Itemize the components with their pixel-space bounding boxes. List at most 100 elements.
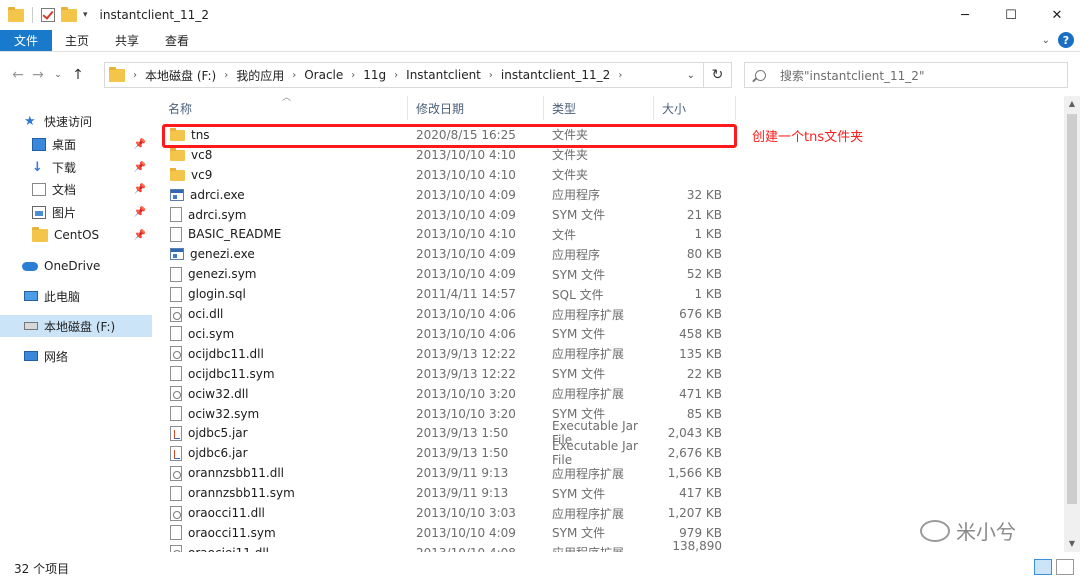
properties-icon[interactable] xyxy=(41,8,55,22)
file-name-cell: genezi.sym xyxy=(160,266,408,282)
table-row[interactable]: ocijdbc11.sym 2013/9/13 12:22 SYM 文件 22 KB xyxy=(160,364,736,384)
file-size: 2,043 KB xyxy=(667,426,722,441)
column-type[interactable]: 类型 xyxy=(544,96,654,120)
table-row[interactable]: oci.dll 2013/10/10 4:06 应用程序扩展 676 KB xyxy=(160,304,736,324)
file-name: oci.dll xyxy=(188,307,224,322)
minimize-button[interactable]: ─ xyxy=(942,0,988,30)
file-icon xyxy=(170,366,182,382)
breadcrumb-chevron-icon[interactable]: › xyxy=(394,70,398,81)
dll-icon xyxy=(170,306,182,322)
sidebar-item-documents[interactable]: 文档 📌 xyxy=(0,178,152,200)
forward-arrow-icon[interactable]: → xyxy=(28,67,48,83)
address-dropdown-icon[interactable]: ⌄ xyxy=(687,70,695,81)
help-icon[interactable]: ? xyxy=(1058,32,1074,48)
column-date[interactable]: 修改日期 xyxy=(408,96,544,120)
folder-icon xyxy=(170,148,185,162)
file-size: 1,566 KB xyxy=(667,466,722,481)
table-row[interactable]: ociw32.dll 2013/10/10 3:20 应用程序扩展 471 KB xyxy=(160,384,736,404)
file-name-cell: oci.dll xyxy=(160,306,408,322)
sidebar-item-quick-access[interactable]: ★ 快速访问 xyxy=(0,110,152,132)
pin-icon[interactable]: 📌 xyxy=(134,207,146,218)
file-size: 52 KB xyxy=(686,267,722,282)
pin-icon[interactable]: 📌 xyxy=(134,230,146,241)
details-view-icon[interactable] xyxy=(1034,559,1052,575)
file-date: 2013/9/11 9:13 xyxy=(416,486,509,501)
table-row[interactable]: adrci.exe 2013/10/10 4:09 应用程序 32 KB xyxy=(160,185,736,205)
sidebar-item-centos[interactable]: CentOS 📌 xyxy=(0,224,152,246)
back-arrow-icon[interactable]: ← xyxy=(8,67,28,83)
breadcrumb-segment[interactable]: 11g xyxy=(363,68,386,82)
file-name: ocijdbc11.sym xyxy=(188,366,275,381)
address-bar[interactable]: › 本地磁盘 (F:) › 我的应用 › Oracle › 11g › Inst… xyxy=(104,62,704,88)
breadcrumb-segment[interactable]: Oracle xyxy=(304,68,343,82)
table-row[interactable]: oci.sym 2013/10/10 4:06 SYM 文件 458 KB xyxy=(160,324,736,344)
refresh-button[interactable]: ↻ xyxy=(704,62,732,88)
table-row[interactable]: oraociei11.dll 2013/10/10 4:08应用程序扩展 138,8… xyxy=(160,539,736,552)
column-name[interactable]: ︿ 名称 xyxy=(160,96,408,120)
file-icon xyxy=(170,207,182,223)
pin-icon[interactable]: 📌 xyxy=(134,139,146,150)
vertical-scrollbar[interactable]: ▲ ▼ xyxy=(1064,96,1080,552)
table-row[interactable]: genezi.sym 2013/10/10 4:09 SYM 文件 52 KB xyxy=(160,264,736,284)
breadcrumb-chevron-icon[interactable]: › xyxy=(351,70,355,81)
sidebar-item-onedrive[interactable]: OneDrive xyxy=(0,255,152,277)
breadcrumb-chevron-icon[interactable]: › xyxy=(292,70,296,81)
up-arrow-icon[interactable]: ↑ xyxy=(68,67,88,83)
file-size: 417 KB xyxy=(679,486,722,501)
scroll-down-icon[interactable]: ▼ xyxy=(1064,536,1080,552)
sidebar-item-local-disk-f[interactable]: 本地磁盘 (F:) xyxy=(0,315,152,337)
tab-home[interactable]: 主页 xyxy=(52,30,102,51)
breadcrumb-chevron-icon[interactable]: › xyxy=(224,70,228,81)
file-size: 80 KB xyxy=(686,247,722,262)
file-size: 2,676 KB xyxy=(667,446,722,461)
sidebar-item-pictures[interactable]: 图片 📌 xyxy=(0,201,152,223)
file-type: 应用程序 xyxy=(552,247,601,262)
table-row[interactable]: genezi.exe 2013/10/10 4:09 应用程序 80 KB xyxy=(160,244,736,264)
scrollbar-thumb[interactable] xyxy=(1067,114,1077,504)
dll-icon xyxy=(170,545,182,552)
table-row[interactable]: adrci.sym 2013/10/10 4:09 SYM 文件 21 KB xyxy=(160,205,736,225)
table-row[interactable]: glogin.sql 2011/4/11 14:57 SQL 文件 1 KB xyxy=(160,284,736,304)
file-type: SYM 文件 xyxy=(552,327,606,342)
breadcrumb-segment[interactable]: 我的应用 xyxy=(236,67,284,84)
pc-icon xyxy=(24,291,38,301)
search-input[interactable]: 搜索"instantclient_11_2" xyxy=(744,62,1068,88)
sidebar-item-desktop[interactable]: 桌面 📌 xyxy=(0,133,152,155)
sidebar-item-this-pc[interactable]: 此电脑 xyxy=(0,285,152,307)
breadcrumb-segment[interactable]: instantclient_11_2 xyxy=(501,68,610,82)
ribbon-tabs: 文件 主页 共享 查看 ⌄ ? xyxy=(0,30,1080,52)
table-row[interactable]: oraocci11.dll 2013/10/10 3:03 应用程序扩展 1,207 … xyxy=(160,503,736,523)
customize-toolbar-icon[interactable]: ▾ xyxy=(83,10,88,20)
scroll-up-icon[interactable]: ▲ xyxy=(1064,96,1080,112)
file-size: 1 KB xyxy=(694,287,722,302)
close-button[interactable]: ✕ xyxy=(1034,0,1080,30)
breadcrumb-segment[interactable]: Instantclient xyxy=(406,68,481,82)
sidebar-item-downloads[interactable]: ↓ 下载 📌 xyxy=(0,156,152,178)
maximize-button[interactable]: ☐ xyxy=(988,0,1034,30)
breadcrumb-chevron-icon[interactable]: › xyxy=(618,70,622,81)
sidebar-item-network[interactable]: 网络 xyxy=(0,345,152,367)
file-name-cell: vc8 xyxy=(160,148,408,162)
watermark-text: 米小兮 xyxy=(956,520,1016,544)
tab-share[interactable]: 共享 xyxy=(102,30,152,51)
new-folder-icon[interactable] xyxy=(61,6,77,22)
breadcrumb-segment[interactable]: 本地磁盘 (F:) xyxy=(145,67,216,84)
table-row[interactable]: oraocci11.sym 2013/10/10 4:09 SYM 文件 979 KB xyxy=(160,523,736,543)
breadcrumb-chevron-icon[interactable]: › xyxy=(133,70,137,81)
tab-view[interactable]: 查看 xyxy=(152,30,202,51)
table-row[interactable]: ojdbc6.jar 2013/9/13 1:50 Executable Jar F… xyxy=(160,439,736,467)
large-icons-view-icon[interactable] xyxy=(1056,559,1074,575)
recent-locations-icon[interactable]: ⌄ xyxy=(48,70,68,80)
toolbar-divider xyxy=(32,7,33,23)
table-row[interactable]: ocijdbc11.dll 2013/9/13 12:22 应用程序扩展 135 KB xyxy=(160,344,736,364)
table-row[interactable]: orannzsbb11.dll 2013/9/11 9:13 应用程序扩展 1,566… xyxy=(160,463,736,483)
table-row[interactable]: orannzsbb11.sym 2013/9/11 9:13 SYM 文件 417 K… xyxy=(160,483,736,503)
column-size[interactable]: 大小 xyxy=(654,96,736,120)
table-row[interactable]: BASIC_README 2013/10/10 4:10 文件 1 KB xyxy=(160,225,736,245)
tab-file[interactable]: 文件 xyxy=(0,30,53,51)
pin-icon[interactable]: 📌 xyxy=(134,162,146,173)
expand-ribbon-icon[interactable]: ⌄ xyxy=(1042,35,1050,46)
breadcrumb-chevron-icon[interactable]: › xyxy=(489,70,493,81)
table-row[interactable]: vc9 2013/10/10 4:10 文件夹 xyxy=(160,165,736,185)
pin-icon[interactable]: 📌 xyxy=(134,184,146,195)
